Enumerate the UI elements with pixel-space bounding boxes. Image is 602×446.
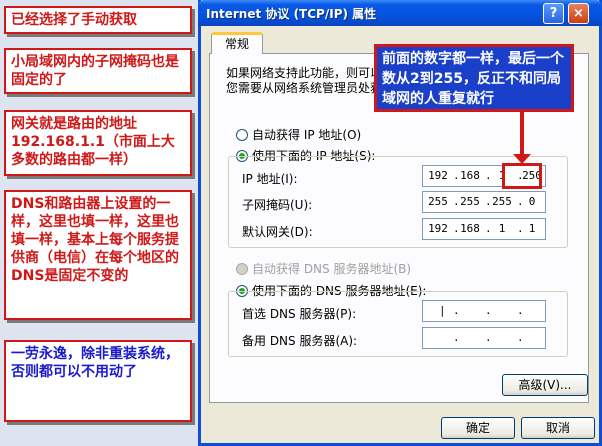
advanced-button[interactable]: 高级(V)...: [502, 374, 588, 396]
radio-auto-dns[interactable]: 自动获得 DNS 服务器地址(B): [236, 260, 411, 276]
ip-dot: .: [517, 304, 524, 317]
note-dns: DNS和路由器上设置的一样，这里也填一样，这里也填一样，基本上每个服务提供商（电…: [4, 190, 192, 320]
radio-auto-dns-label: 自动获得 DNS 服务器地址(B): [252, 262, 412, 276]
ip-address-label: IP 地址(I):: [242, 172, 298, 186]
mask-octet-3: 255: [492, 195, 512, 208]
default-gateway-label: 默认网关(D):: [242, 225, 313, 239]
ok-button[interactable]: 确定: [441, 417, 515, 439]
title-bar[interactable]: Internet 协议 (TCP/IP) 属性 ? ×: [198, 0, 602, 26]
ip-dot: .: [485, 304, 492, 317]
dialog-title: Internet 协议 (TCP/IP) 属性: [206, 7, 377, 21]
note-gateway: 网关就是路由的地址192.168.1.1（市面上大多数的路由都一样）: [4, 110, 192, 176]
text-cursor: |: [439, 304, 446, 317]
ip-dot: .: [453, 331, 460, 344]
note-subnet: 小局域网内的子网掩码也是固定的了: [4, 48, 192, 94]
radio-auto-ip-label: 自动获得 IP 地址(O): [252, 128, 362, 142]
subnet-mask-input[interactable]: 255 . 255 . 255 . 0: [422, 191, 546, 213]
ip-octet-1: 192: [428, 169, 448, 182]
ip-octet-2: 168: [460, 169, 480, 182]
gateway-octet-3: 1: [498, 222, 506, 235]
subnet-mask-label: 子网掩码(U):: [242, 198, 313, 212]
alternate-dns-input[interactable]: . . .: [422, 327, 546, 349]
mask-octet-1: 255: [428, 195, 448, 208]
alternate-dns-label: 备用 DNS 服务器(A):: [242, 334, 358, 348]
callout-ip-tip: 前面的数字都一样，最后一个数从2到255，反正不和同局域网的人重复就行: [374, 44, 574, 112]
tab-general[interactable]: 常规: [211, 32, 263, 54]
help-button[interactable]: ?: [543, 3, 564, 24]
note-manual: 已经选择了手动获取: [4, 6, 192, 34]
preferred-dns-label: 首选 DNS 服务器(P):: [242, 307, 357, 321]
gateway-octet-1: 192: [428, 222, 448, 235]
radio-disabled-icon: [236, 263, 248, 275]
mask-octet-2: 255: [460, 195, 480, 208]
cancel-button[interactable]: 取消: [521, 417, 595, 439]
note-permanent: 一劳永逸，除非重装系统，否则都可以不用动了: [4, 340, 192, 422]
close-button[interactable]: ×: [568, 3, 589, 24]
ip-dot: .: [453, 304, 460, 317]
default-gateway-input[interactable]: 192 . 168 . 1 . 1: [422, 218, 546, 240]
radio-auto-ip[interactable]: 自动获得 IP 地址(O): [236, 126, 361, 142]
radio-icon: [236, 129, 248, 141]
gateway-octet-2: 168: [460, 222, 480, 235]
ip-last-octet-highlight: [502, 163, 542, 189]
ip-dot: .: [517, 331, 524, 344]
preferred-dns-input[interactable]: | . . .: [422, 300, 546, 322]
gateway-octet-4: 1: [528, 222, 536, 235]
ip-dot: .: [485, 331, 492, 344]
annotation-panel: 已经选择了手动获取 小局域网内的子网掩码也是固定的了 网关就是路由的地址192.…: [0, 0, 198, 446]
mask-octet-4: 0: [528, 195, 536, 208]
